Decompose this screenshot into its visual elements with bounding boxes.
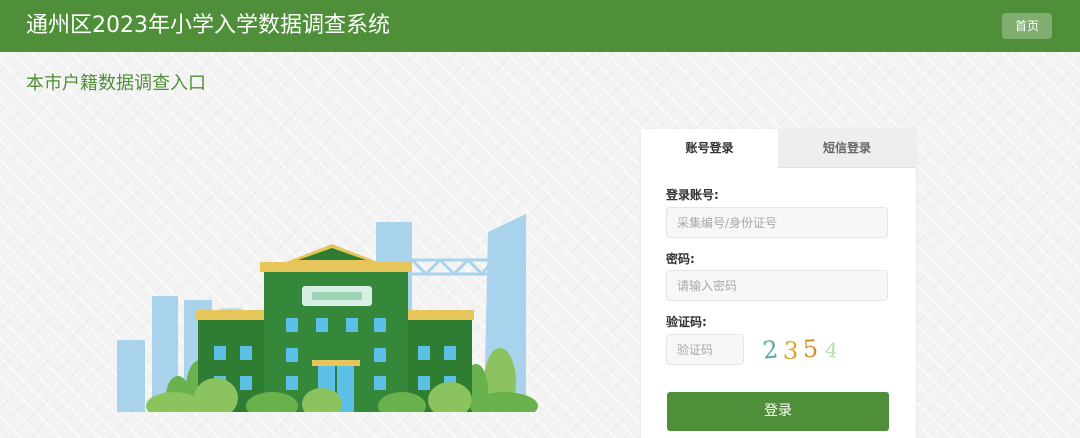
account-input[interactable] — [666, 207, 888, 238]
tab-account-login[interactable]: 账号登录 — [641, 129, 778, 168]
captcha-label: 验证码: — [666, 315, 707, 329]
captcha-input[interactable] — [666, 334, 744, 365]
app-title: 通州区2023年小学入学数据调查系统 — [26, 13, 390, 38]
captcha-char: 2 — [761, 335, 779, 364]
captcha-char: 4 — [824, 338, 839, 363]
captcha-char: 5 — [802, 335, 819, 364]
login-card: 账号登录 短信登录 登录账号: 密码: 验证码: 2 3 5 4 登录 — [641, 129, 916, 438]
captcha-image[interactable]: 2 3 5 4 — [761, 333, 851, 365]
school-building-illustration — [117, 214, 538, 412]
top-bar: 通州区2023年小学入学数据调查系统 首页 — [0, 0, 1080, 52]
password-label: 密码: — [666, 252, 695, 266]
password-input[interactable] — [666, 270, 888, 301]
tab-sms-login[interactable]: 短信登录 — [778, 129, 916, 168]
page-subtitle: 本市户籍数据调查入口 — [26, 73, 206, 94]
account-label: 登录账号: — [666, 188, 719, 202]
captcha-char: 3 — [782, 336, 799, 365]
login-tabs: 账号登录 短信登录 — [641, 129, 916, 168]
login-button[interactable]: 登录 — [667, 392, 889, 431]
home-button[interactable]: 首页 — [1002, 13, 1052, 39]
